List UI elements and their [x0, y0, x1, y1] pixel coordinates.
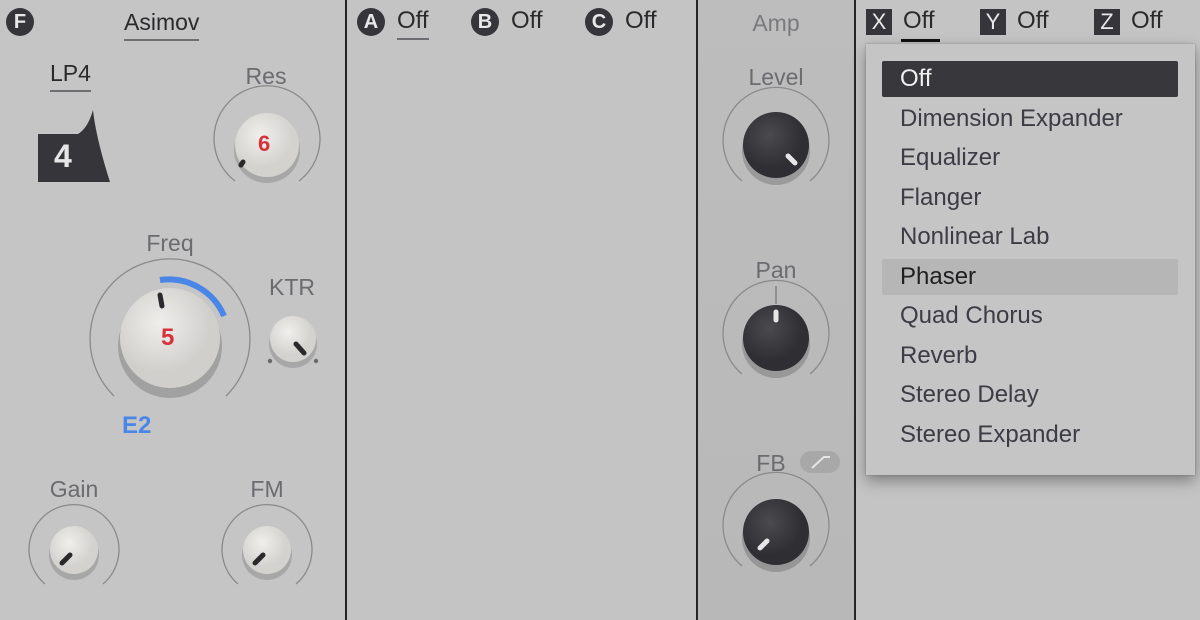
level-knob[interactable]: [722, 86, 830, 185]
pan-knob[interactable]: [722, 279, 830, 378]
filter-slope-icon[interactable]: 4: [38, 108, 110, 182]
menu-item-quad-chorus[interactable]: Quad Chorus: [882, 298, 1178, 334]
fx2-slot-z-selector[interactable]: Off: [1131, 7, 1163, 35]
curve-icon: [811, 456, 830, 469]
fx-slot-a-selector[interactable]: Off: [397, 7, 429, 40]
freq-value: 5: [161, 324, 175, 351]
menu-item-equalizer[interactable]: Equalizer: [882, 140, 1178, 176]
freq-knob[interactable]: 5: [88, 258, 252, 398]
fx-slots-panel: [347, 0, 696, 620]
filter-badge: F: [6, 8, 34, 36]
menu-item-nonlinear-lab[interactable]: Nonlinear Lab: [882, 219, 1178, 255]
menu-item-off[interactable]: Off: [882, 61, 1178, 97]
fb-knob[interactable]: [722, 471, 830, 572]
menu-item-reverb[interactable]: Reverb: [882, 338, 1178, 374]
menu-item-stereo-expander[interactable]: Stereo Expander: [882, 417, 1178, 453]
fx2-slot-x-selector[interactable]: Off: [903, 7, 935, 35]
gain-knob[interactable]: [28, 503, 120, 585]
res-value: 6: [258, 131, 271, 156]
menu-item-flanger[interactable]: Flanger: [882, 180, 1178, 216]
fx-slot-c-badge: C: [585, 8, 613, 36]
freq-note: E2: [122, 412, 152, 439]
fm-label: FM: [250, 476, 284, 502]
fx2-slot-y-badge: Y: [980, 9, 1006, 35]
fm-knob[interactable]: [221, 503, 313, 585]
fx2-slot-y-selector[interactable]: Off: [1017, 7, 1049, 35]
filter-type-selector[interactable]: LP4: [50, 60, 91, 92]
freq-label: Freq: [146, 230, 194, 256]
ktr-label: KTR: [269, 274, 315, 300]
fx-slot-a-badge: A: [357, 8, 385, 36]
fb-curve-toggle[interactable]: [800, 451, 840, 473]
menu-item-phaser[interactable]: Phaser: [882, 259, 1178, 295]
ktr-knob[interactable]: [266, 313, 322, 368]
fx2-slot-x-active-underline: [901, 39, 940, 42]
fx-slot-c-selector[interactable]: Off: [625, 7, 657, 35]
fx-slot-b-selector[interactable]: Off: [511, 7, 543, 35]
filter-model-selector[interactable]: Asimov: [124, 9, 200, 41]
fx-slot-b-badge: B: [471, 8, 499, 36]
gain-label: Gain: [49, 476, 99, 502]
res-knob[interactable]: 6: [213, 85, 321, 183]
slope-value: 4: [54, 138, 72, 174]
fx-type-dropdown-menu: Off Dimension Expander Equalizer Flanger…: [866, 44, 1195, 475]
fx2-slot-x-badge: X: [866, 9, 892, 35]
fx2-slot-z-badge: Z: [1094, 9, 1120, 35]
menu-item-stereo-delay[interactable]: Stereo Delay: [882, 377, 1178, 413]
amp-title: Amp: [752, 10, 800, 36]
menu-item-dimension-expander[interactable]: Dimension Expander: [882, 101, 1178, 137]
